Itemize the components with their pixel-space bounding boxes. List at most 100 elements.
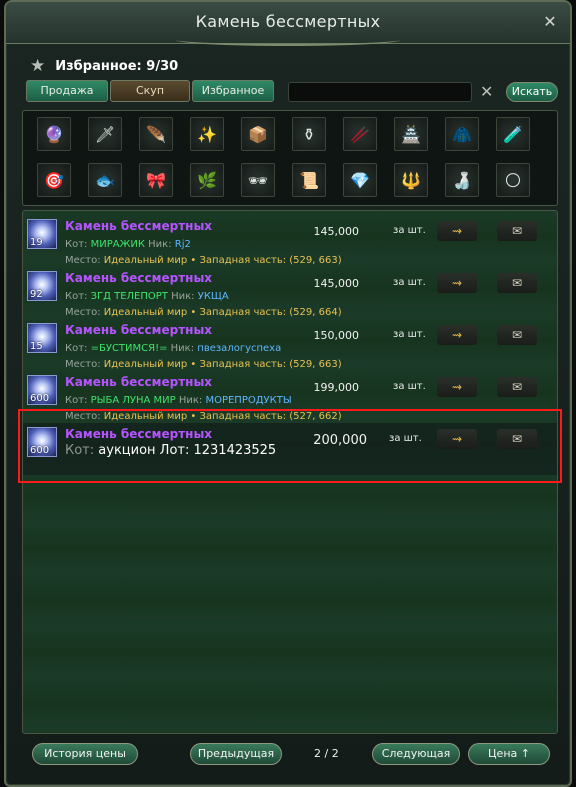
nick-name: УКЩА xyxy=(197,291,229,302)
category-icon[interactable]: 🗡 xyxy=(88,117,122,151)
teleport-button[interactable]: ⇝ xyxy=(437,325,477,345)
item-qty: 92 xyxy=(30,289,43,300)
search-input[interactable] xyxy=(288,82,472,102)
item-name: Камень бессмертных xyxy=(65,427,213,441)
item-price: 199,000 xyxy=(313,381,360,394)
category-icon[interactable]: 🧪 xyxy=(496,117,530,151)
lot-row[interactable]: 600 Камень бессмертных Кот: РЫБА ЛУНА МИ… xyxy=(23,371,557,423)
item-price: 145,000 xyxy=(313,277,360,290)
title-bar: Камень бессмертных ✕ xyxy=(6,2,570,46)
per-unit-label: за шт. xyxy=(393,225,426,236)
tab-favorites[interactable]: Избранное xyxy=(192,80,274,102)
category-icon[interactable]: 🎯 xyxy=(37,163,71,197)
mail-button[interactable]: ✉ xyxy=(497,221,537,241)
immortal-stone-icon: 15 xyxy=(27,323,57,353)
category-icon[interactable]: 🏯 xyxy=(394,117,428,151)
next-page-button[interactable]: Следующая xyxy=(372,743,460,765)
place-info: Место: Идеальный мир • Западная часть: (… xyxy=(65,255,342,266)
place-info: Место: Идеальный мир • Западная часть: (… xyxy=(65,307,342,318)
teleport-icon: ⇝ xyxy=(451,276,463,290)
nick-label: Ник: xyxy=(171,291,195,302)
lot-row[interactable]: 92 Камень бессмертных Кот: ЗГД ТЕЛЕПОРТ … xyxy=(23,267,557,319)
category-icon[interactable]: 🕶 xyxy=(241,163,275,197)
item-price: 145,000 xyxy=(313,225,360,238)
category-panel: 🔮 🗡 🪶 ✨ 📦 ⚱ 🥢 🏯 🧥 🧪 🎯 🐟 🎀 🌿 🕶 📜 💎 🔱 🍶 🌕 xyxy=(22,110,558,206)
category-icon[interactable]: 🔱 xyxy=(394,163,428,197)
price-history-button[interactable]: История цены xyxy=(32,743,138,765)
lot-row[interactable]: 15 Камень бессмертных Кот: =БУСТИМСЯ!= Н… xyxy=(23,319,557,371)
seller-label: Кот: xyxy=(65,395,88,406)
tab-sale[interactable]: Продажа xyxy=(26,80,108,102)
category-icon[interactable]: 🪶 xyxy=(139,117,173,151)
category-icon[interactable]: 🥢 xyxy=(343,117,377,151)
seller-info: Кот: РЫБА ЛУНА МИР Ник: МОРЕПРОДУКТЫ xyxy=(65,395,292,406)
category-icon[interactable]: ⚱ xyxy=(292,117,326,151)
teleport-icon: ⇝ xyxy=(451,432,463,446)
teleport-button[interactable]: ⇝ xyxy=(437,273,477,293)
teleport-button[interactable]: ⇝ xyxy=(437,429,477,449)
item-price: 200,000 xyxy=(313,433,367,448)
item-name: Камень бессмертных xyxy=(65,323,213,337)
lot-number-text: аукцион Лот: 1231423525 xyxy=(98,443,277,458)
category-icon[interactable]: 🌕 xyxy=(496,163,530,197)
category-icon[interactable]: 🍶 xyxy=(445,163,479,197)
category-icon[interactable]: 🌿 xyxy=(190,163,224,197)
nick-name: Rj2 xyxy=(174,239,191,250)
mail-button[interactable]: ✉ xyxy=(497,273,537,293)
nick-name: МОРЕПРОДУКТЫ xyxy=(205,395,292,406)
seller-name: ЗГД ТЕЛЕПОРТ xyxy=(90,291,168,302)
lot-row[interactable]: 19 Камень бессмертных Кот: МИРАЖИК Ник: … xyxy=(23,215,557,267)
star-icon[interactable]: ★ xyxy=(30,56,45,76)
item-name: Камень бессмертных xyxy=(65,271,213,285)
seller-info: Кот: МИРАЖИК Ник: Rj2 xyxy=(65,239,191,250)
category-icon[interactable]: 🧥 xyxy=(445,117,479,151)
category-icon[interactable]: 📜 xyxy=(292,163,326,197)
mail-button[interactable]: ✉ xyxy=(497,325,537,345)
immortal-stone-icon: 92 xyxy=(27,271,57,301)
mail-icon: ✉ xyxy=(511,328,523,342)
category-icon[interactable]: 🔮 xyxy=(37,117,71,151)
title-ornament xyxy=(176,34,400,46)
lot-info: Кот: аукцион Лот: 1231423525 xyxy=(65,443,276,458)
category-icon[interactable]: 💎 xyxy=(343,163,377,197)
highlighted-lot-row[interactable]: 600 Камень бессмертных Кот: аукцион Лот:… xyxy=(23,423,557,475)
place-label: Место: xyxy=(65,255,101,266)
mail-button[interactable]: ✉ xyxy=(497,429,537,449)
seller-info: Кот: ЗГД ТЕЛЕПОРТ Ник: УКЩА xyxy=(65,291,229,302)
favorites-label: Избранное: 9/30 xyxy=(55,58,179,74)
lot-list: 19 Камень бессмертных Кот: МИРАЖИК Ник: … xyxy=(22,210,558,734)
category-icon[interactable]: 🎀 xyxy=(139,163,173,197)
immortal-stone-icon: 600 xyxy=(27,375,57,405)
favorites-row: ★ Избранное: 9/30 xyxy=(30,56,178,76)
mail-icon: ✉ xyxy=(511,224,523,238)
nick-label: Ник: xyxy=(170,343,195,354)
previous-page-button[interactable]: Предыдущая xyxy=(190,743,282,765)
seller-info: Кот: =БУСТИМСЯ!= Ник: пвезалогуспеха xyxy=(65,343,281,354)
place-location: Идеальный мир • Западная часть: (527, 66… xyxy=(103,411,342,422)
teleport-button[interactable]: ⇝ xyxy=(437,377,477,397)
close-icon[interactable]: ✕ xyxy=(540,12,560,32)
nick-name: пвезалогуспеха xyxy=(197,343,282,354)
category-icon[interactable]: ✨ xyxy=(190,117,224,151)
mail-icon: ✉ xyxy=(511,380,523,394)
category-grid: 🔮 🗡 🪶 ✨ 📦 ⚱ 🥢 🏯 🧥 🧪 🎯 🐟 🎀 🌿 🕶 📜 💎 🔱 🍶 🌕 xyxy=(37,117,530,197)
category-icon[interactable]: 🐟 xyxy=(88,163,122,197)
sort-by-price-button[interactable]: Цена ↑ xyxy=(468,743,550,765)
seller-label: Кот: xyxy=(65,343,88,354)
nick-label: Ник: xyxy=(178,395,203,406)
category-icon[interactable]: 📦 xyxy=(241,117,275,151)
teleport-button[interactable]: ⇝ xyxy=(437,221,477,241)
search-button[interactable]: Искать xyxy=(506,82,558,102)
place-info: Место: Идеальный мир • Западная часть: (… xyxy=(65,411,342,422)
seller-name: =БУСТИМСЯ!= xyxy=(90,343,168,354)
mail-button[interactable]: ✉ xyxy=(497,377,537,397)
per-unit-label: за шт. xyxy=(393,277,426,288)
tab-buy[interactable]: Скуп xyxy=(110,80,190,102)
per-unit-label: за шт. xyxy=(393,381,426,392)
item-price: 150,000 xyxy=(313,329,360,342)
item-qty: 600 xyxy=(30,393,50,404)
per-unit-label: за шт. xyxy=(393,329,426,340)
seller-label: Кот: xyxy=(65,291,88,302)
page-indicator: 2 / 2 xyxy=(314,747,339,760)
clear-icon[interactable]: ✕ xyxy=(480,82,493,101)
